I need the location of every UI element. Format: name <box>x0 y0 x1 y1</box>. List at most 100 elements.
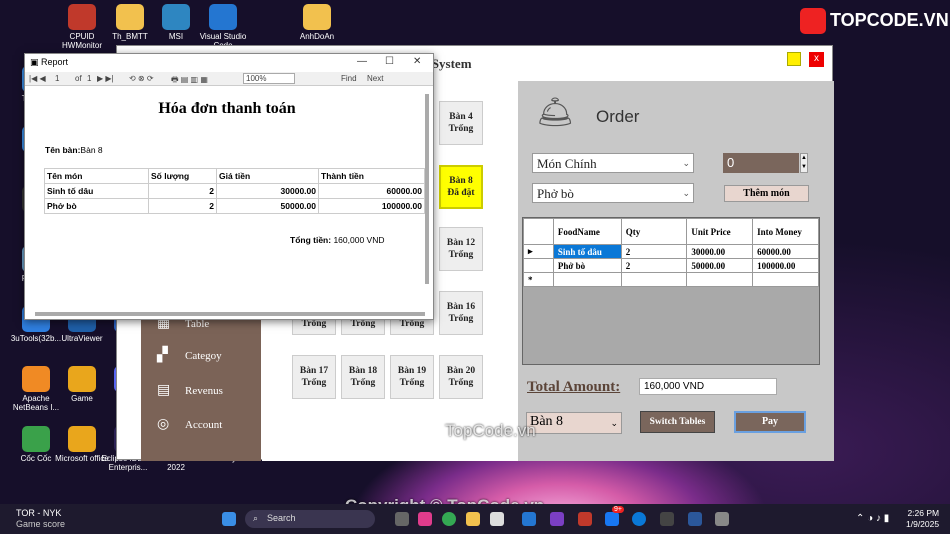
table-button[interactable]: Bàn 18 Trống <box>341 355 385 399</box>
row-header-cell <box>523 258 554 273</box>
search-input[interactable]: ⌕ Search <box>245 510 375 528</box>
food-value: Phở bò <box>537 186 574 201</box>
table-button[interactable]: Bàn 20 Trống <box>439 355 483 399</box>
cell[interactable]: 60000.00 <box>752 244 819 259</box>
cell: 100000.00 <box>318 198 425 214</box>
column-header: Giá tiền <box>216 168 319 184</box>
table-button[interactable]: Bàn 19 Trống <box>390 355 434 399</box>
table-row: Sinh tố dâu 2 30000.00 60000.00 <box>44 183 425 199</box>
invoice-total: Tổng tiền: 160,000 VND <box>290 235 385 245</box>
refresh-icon[interactable]: ⟲ ⊗ ⟳ <box>129 74 154 83</box>
widget-title: TOR - NYK <box>16 508 62 518</box>
app-icon <box>116 4 144 30</box>
desktop: CPUID HWMonitorTh_BMTTMSIVisual Studio C… <box>0 0 950 504</box>
orderly-app-icon[interactable] <box>715 512 729 526</box>
system-tray-icons[interactable]: ⌃ ◑ ♪ ▮ <box>856 513 889 524</box>
first-page-icon[interactable]: |◀ ◀ <box>29 74 46 83</box>
cell[interactable]: Sinh tố dâu <box>552 244 622 259</box>
messenger-icon[interactable] <box>605 512 619 526</box>
sidebar-item-account[interactable]: ◎ Account <box>157 417 222 433</box>
switch-table-combo[interactable]: Bàn 8 ⌄ <box>526 412 622 434</box>
sidebar-item-category[interactable]: ▞ Categoy <box>157 348 222 364</box>
column-header[interactable]: Into Money <box>752 218 819 245</box>
cell[interactable] <box>752 272 819 287</box>
table-button[interactable]: Bàn 17 Trống <box>292 355 336 399</box>
vertical-scrollbar[interactable] <box>425 94 429 284</box>
quantity-stepper[interactable]: ▲ ▼ <box>800 153 808 173</box>
file-explorer-icon[interactable] <box>466 512 480 526</box>
task-view-icon[interactable] <box>395 512 409 526</box>
table-button[interactable]: Bàn 12 Trống <box>439 227 483 271</box>
find-link[interactable]: Find <box>341 74 357 83</box>
cell: Sinh tố dâu <box>44 183 149 199</box>
desktop-icon[interactable]: AnhDoAn <box>287 4 347 41</box>
chevron-down-icon: ⌄ <box>682 188 690 198</box>
print-icon[interactable]: 🖶 ▤ ▥ ▦ <box>171 74 208 88</box>
cell[interactable]: Phở bò <box>552 258 622 273</box>
new-row[interactable]: * <box>523 272 819 287</box>
app-icon[interactable] <box>660 512 674 526</box>
table-row[interactable]: Phở bò 2 50000.00 100000.00 <box>523 258 819 273</box>
table-name: Bàn 4 <box>449 112 473 122</box>
quantity-input[interactable]: 0 <box>723 153 799 173</box>
start-icon[interactable] <box>222 512 236 526</box>
cell[interactable] <box>552 272 622 287</box>
app-icon <box>68 366 96 392</box>
table-row[interactable]: ▸ Sinh tố dâu 2 30000.00 60000.00 <box>523 244 819 259</box>
total-amount-field[interactable]: 160,000 VND <box>639 378 777 395</box>
search-icon: ⌕ <box>253 513 259 523</box>
report-icon: ▣ <box>30 57 39 67</box>
page-input[interactable]: 1 <box>55 74 59 83</box>
maximize-icon[interactable]: ☐ <box>385 56 394 67</box>
horizontal-scrollbar[interactable] <box>35 312 425 316</box>
minimize-button[interactable] <box>787 52 801 66</box>
next-link[interactable]: Next <box>367 74 383 83</box>
cell[interactable]: 100000.00 <box>752 258 819 273</box>
table-name: Bàn 12 <box>446 238 476 248</box>
edge-icon[interactable] <box>632 512 646 526</box>
app-icon <box>68 4 96 30</box>
column-header[interactable]: Qty <box>620 218 688 245</box>
cell[interactable] <box>686 272 754 287</box>
invoice-table: Tên món Số lượng Giá tiền Thành tiền Sin… <box>44 168 425 214</box>
widget-icon[interactable] <box>418 512 432 526</box>
food-combo[interactable]: Phở bò ⌄ <box>532 183 694 203</box>
next-page-icon[interactable]: ▶ ▶| <box>97 74 114 83</box>
switch-tables-button[interactable]: Switch Tables <box>640 411 715 433</box>
table-button[interactable]: Bàn 8 Đã đặt <box>439 165 483 209</box>
minimize-icon[interactable]: — <box>357 56 367 67</box>
vscode-icon[interactable] <box>522 512 536 526</box>
pay-button[interactable]: Pay <box>734 411 806 433</box>
cell[interactable]: 30000.00 <box>686 244 754 259</box>
close-button[interactable]: x <box>809 52 824 67</box>
sidebar-item-revenue[interactable]: ▤ Revenus <box>157 383 223 399</box>
table-button[interactable]: Bàn 16 Trống <box>439 291 483 335</box>
sidebar-item-label: Revenus <box>185 385 223 397</box>
table-status: Trống <box>448 378 474 388</box>
cell[interactable]: 2 <box>620 244 688 259</box>
weather-widget[interactable]: TOR - NYK Game score <box>16 508 65 530</box>
cell[interactable] <box>620 272 688 287</box>
report-titlebar: ▣ Report — ☐ ✕ <box>25 54 433 72</box>
column-header[interactable]: Unit Price <box>686 218 754 245</box>
desktop-icon[interactable]: Visual Studio Code <box>193 4 253 50</box>
tools-icon[interactable] <box>578 512 592 526</box>
page-total: 1 <box>87 74 92 83</box>
account-icon: ◎ <box>157 417 170 432</box>
visual-studio-icon[interactable] <box>550 512 564 526</box>
category-combo[interactable]: Món Chính ⌄ <box>532 153 694 173</box>
column-header: Tên món <box>44 168 149 184</box>
cell[interactable]: 50000.00 <box>686 258 754 273</box>
close-icon[interactable]: ✕ <box>413 56 421 67</box>
word-icon[interactable] <box>688 512 702 526</box>
app-icon <box>22 426 50 452</box>
report-window-title: Report <box>41 57 69 67</box>
add-food-button[interactable]: Thêm món <box>724 185 809 202</box>
column-header[interactable]: FoodName <box>552 218 622 245</box>
store-icon[interactable] <box>490 512 504 526</box>
cell[interactable]: 2 <box>620 258 688 273</box>
clock[interactable]: 2:26 PM 1/9/2025 <box>906 508 939 530</box>
table-button[interactable]: Bàn 4 Trống <box>439 101 483 145</box>
chrome-icon[interactable] <box>442 512 456 526</box>
zoom-select[interactable]: 100% <box>243 73 295 84</box>
